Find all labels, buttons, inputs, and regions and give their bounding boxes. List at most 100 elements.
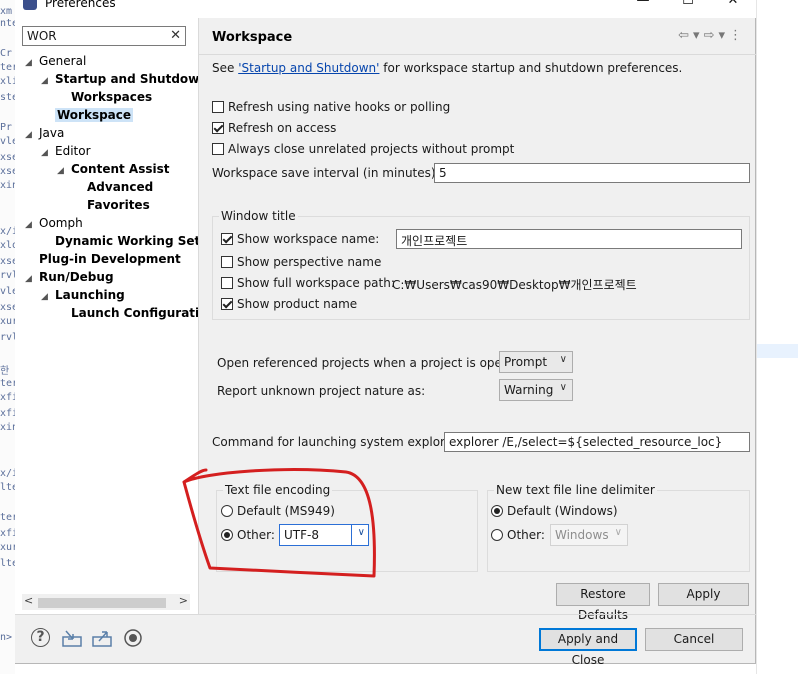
preference-tree-pane: WOR ✕ ◢ General ◢ Startup and Shutdown Works…: [15, 18, 199, 614]
tree-item[interactable]: ◢ Startup and Shutdown: [41, 70, 198, 88]
checkbox-label: Refresh using native hooks or polling: [228, 100, 451, 114]
scroll-left-arrow-icon[interactable]: <: [24, 594, 33, 607]
checkbox-box[interactable]: [221, 298, 233, 310]
show-perspective-checkbox[interactable]: Show perspective name: [221, 255, 381, 269]
open-referenced-label: Open referenced projects when a project …: [217, 356, 529, 370]
cancel-button[interactable]: Cancel: [645, 628, 743, 651]
radio-dot[interactable]: [491, 529, 503, 541]
report-nature-select[interactable]: Warning ∨: [499, 379, 573, 401]
save-interval-input[interactable]: 5: [434, 163, 750, 183]
help-icon[interactable]: ?: [31, 628, 50, 647]
tree-item-label: Startup and Shutdown: [55, 72, 198, 86]
import-icon[interactable]: [61, 628, 83, 648]
scroll-right-arrow-icon[interactable]: >: [179, 594, 188, 607]
show-product-name-checkbox[interactable]: Show product name: [221, 297, 357, 311]
radio-dot[interactable]: [221, 505, 233, 517]
tree-horizontal-scrollbar[interactable]: < >: [22, 594, 190, 610]
expand-chevron-icon[interactable]: ◢: [41, 72, 55, 90]
checkbox-box[interactable]: [221, 233, 233, 245]
refresh-on-access-checkbox[interactable]: Refresh on access: [212, 121, 336, 135]
refresh-native-checkbox[interactable]: Refresh using native hooks or polling: [212, 100, 450, 114]
close-button[interactable]: ✕: [710, 0, 756, 10]
expand-chevron-icon[interactable]: ◢: [57, 162, 71, 180]
tree-item[interactable]: Plug-in Development: [25, 250, 181, 268]
checkbox-box[interactable]: [212, 143, 224, 155]
command-explorer-label: Command for launching system explorer:: [212, 435, 461, 449]
filter-input[interactable]: WOR ✕: [22, 26, 186, 46]
chevron-down-icon: ∨: [357, 527, 365, 538]
tree-item[interactable]: Favorites: [73, 196, 150, 214]
tree-item[interactable]: ◢ Editor: [41, 142, 91, 160]
export-icon[interactable]: [91, 628, 113, 648]
full-path-value: C:₩Users₩cas90₩Desktop₩개인프로젝트: [392, 278, 637, 292]
preferences-dialog: Preferences — ☐ ✕ WOR ✕ ◢ General ◢ Startup…: [15, 0, 756, 667]
checkbox-label: Always close unrelated projects without …: [228, 142, 515, 156]
command-explorer-input[interactable]: explorer /E,/select=${selected_resource_…: [444, 432, 750, 452]
restore-defaults-button[interactable]: Restore Defaults: [556, 583, 650, 622]
open-referenced-select[interactable]: Prompt ∨: [499, 351, 573, 373]
forward-menu-chevron-icon[interactable]: ▾: [718, 28, 729, 43]
checkbox-label: Show full workspace path:: [237, 276, 395, 290]
footer-separator: [15, 614, 756, 615]
expand-chevron-icon[interactable]: ◢: [25, 54, 39, 72]
window-title: Preferences: [45, 0, 116, 10]
workspace-name-input[interactable]: 개인프로젝트: [396, 229, 742, 249]
encoding-default-radio[interactable]: Default (MS949): [221, 504, 335, 518]
record-icon[interactable]: [123, 628, 143, 648]
apply-and-close-button[interactable]: Apply and Close: [539, 628, 637, 667]
group-label: New text file line delimiter: [494, 483, 657, 497]
scroll-thumb[interactable]: [38, 598, 166, 608]
view-menu-icon[interactable]: ⋮: [729, 28, 746, 43]
combo-value: UTF-8: [284, 528, 319, 542]
background-editor-left: xmnte Crter xliste Prvle xsexse xinx/i x…: [0, 0, 15, 674]
title-separator: [199, 54, 756, 55]
expand-chevron-icon[interactable]: ◢: [41, 144, 55, 162]
expand-chevron-icon[interactable]: ◢: [41, 288, 55, 306]
tree-item[interactable]: ◢ Content Assist: [57, 160, 170, 178]
show-full-path-checkbox[interactable]: Show full workspace path:: [221, 276, 395, 290]
tree-item[interactable]: ◢ Run/Debug: [25, 268, 114, 286]
select-value: Windows: [555, 528, 609, 542]
tree-item[interactable]: Workspace: [41, 106, 134, 124]
show-workspace-name-checkbox[interactable]: Show workspace name:: [221, 232, 379, 246]
expand-chevron-icon[interactable]: ◢: [25, 270, 39, 288]
startup-shutdown-link[interactable]: 'Startup and Shutdown': [238, 61, 379, 75]
maximize-button[interactable]: ☐: [665, 0, 711, 10]
forward-arrow-icon[interactable]: ⇨: [704, 28, 719, 43]
checkbox-label: Show perspective name: [237, 255, 382, 269]
tree-item-label: Favorites: [87, 198, 150, 212]
encoding-other-combo[interactable]: UTF-8 ∨: [279, 524, 369, 546]
checkbox-label: Show product name: [237, 297, 358, 311]
encoding-other-radio[interactable]: Other:: [221, 528, 275, 542]
back-arrow-icon[interactable]: ⇦: [678, 28, 693, 43]
tree-item[interactable]: ◢ Launching: [41, 286, 125, 304]
tree-item[interactable]: Dynamic Working Sets: [41, 232, 198, 250]
minimize-button[interactable]: —: [620, 0, 666, 10]
checkbox-box[interactable]: [221, 256, 233, 268]
delimiter-default-radio[interactable]: Default (Windows): [491, 504, 618, 518]
tree-item[interactable]: Launch Configurations: [57, 304, 198, 322]
tree-item-label: Run/Debug: [39, 270, 114, 284]
tree-item[interactable]: ◢ Java: [25, 124, 64, 142]
checkbox-box[interactable]: [221, 277, 233, 289]
apply-button[interactable]: Apply: [658, 583, 749, 606]
clear-filter-icon[interactable]: ✕: [170, 28, 181, 43]
always-close-checkbox[interactable]: Always close unrelated projects without …: [212, 142, 514, 156]
see-suffix: for workspace startup and shutdown prefe…: [379, 61, 683, 75]
checkbox-box[interactable]: [212, 122, 224, 134]
back-menu-chevron-icon[interactable]: ▾: [693, 28, 704, 43]
tree-item[interactable]: ◢ Oomph: [25, 214, 83, 232]
tree-item-label: Content Assist: [71, 162, 170, 176]
tree-item[interactable]: Workspaces: [57, 88, 152, 106]
radio-dot[interactable]: [221, 529, 233, 541]
checkbox-box[interactable]: [212, 101, 224, 113]
radio-dot[interactable]: [491, 505, 503, 517]
tree-item[interactable]: Advanced: [73, 178, 153, 196]
tree-item-label: Editor: [55, 144, 91, 158]
title-bar: Preferences — ☐ ✕: [15, 0, 756, 18]
delimiter-other-radio[interactable]: Other:: [491, 528, 545, 542]
tree-item[interactable]: ◢ General: [25, 52, 86, 70]
expand-chevron-icon[interactable]: ◢: [25, 216, 39, 234]
tree-item-label: Workspaces: [71, 90, 153, 104]
expand-chevron-icon[interactable]: ◢: [25, 126, 39, 144]
